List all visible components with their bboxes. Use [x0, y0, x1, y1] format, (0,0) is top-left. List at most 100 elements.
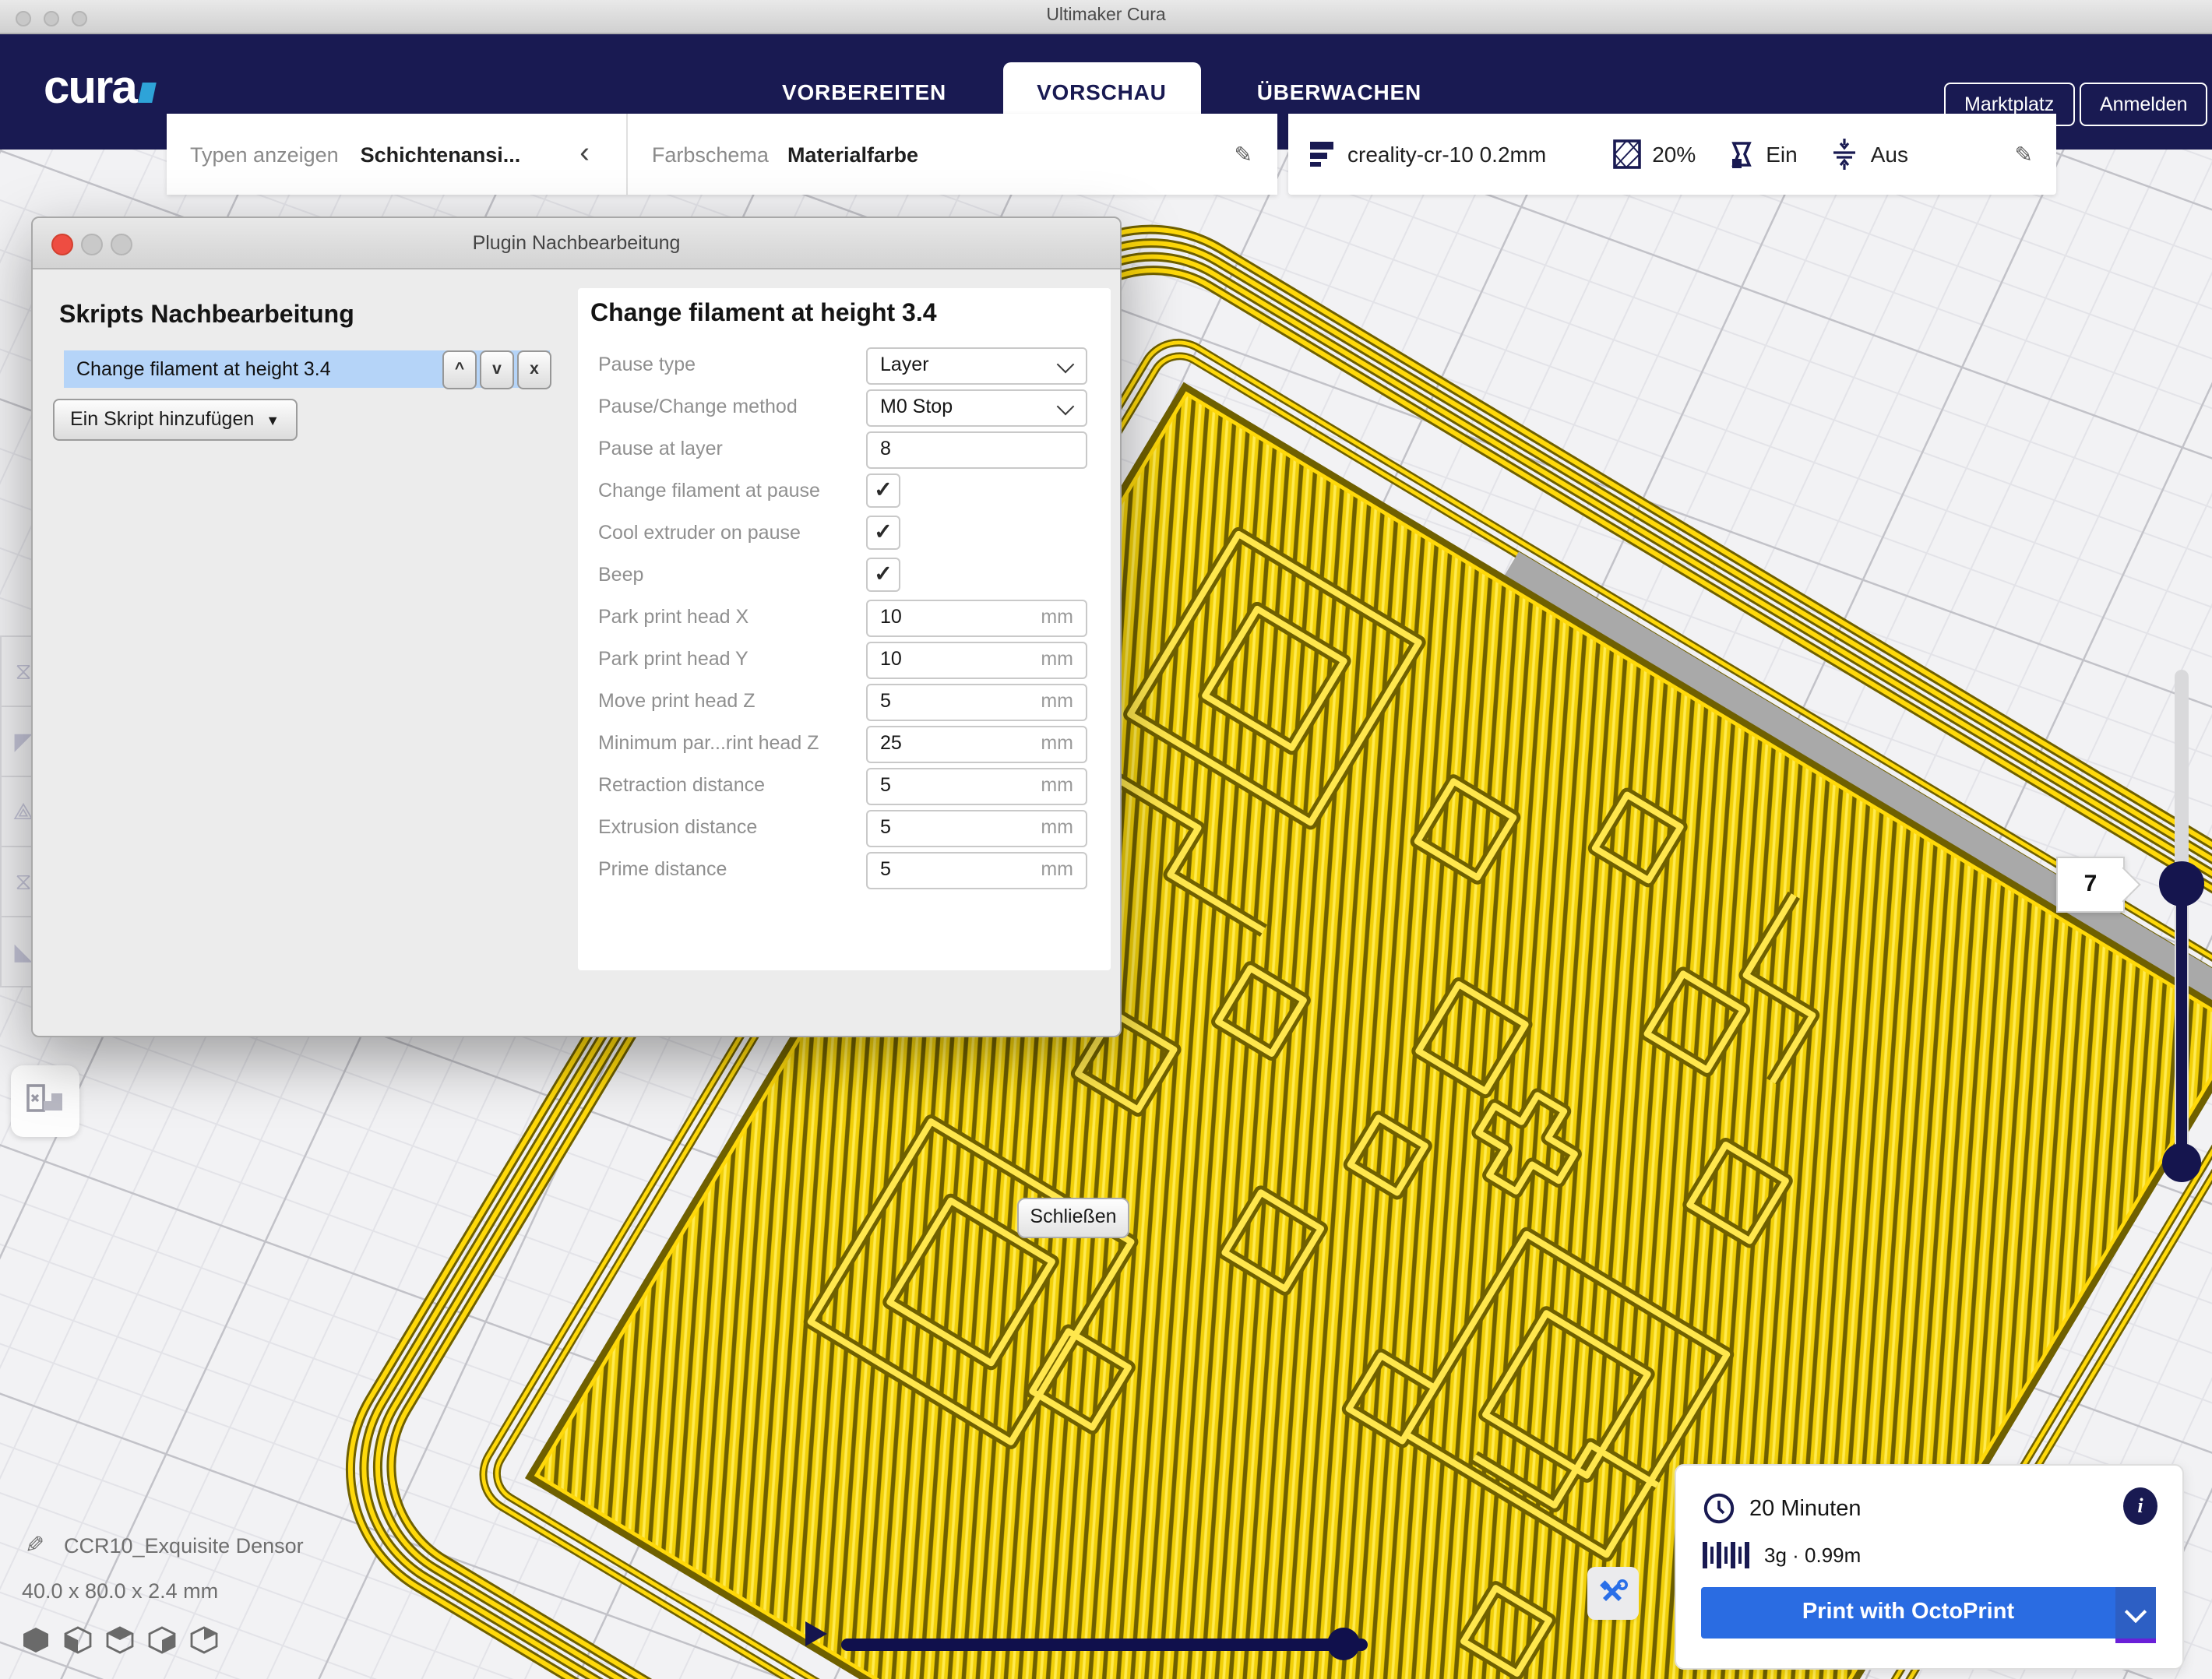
dialog-zoom-icon[interactable]: [111, 234, 132, 255]
window-title: Ultimaker Cura: [0, 0, 2212, 33]
dialog-title: Plugin Nachbearbeitung: [33, 218, 1120, 268]
form-row: Move print head Z5mm: [578, 681, 1111, 723]
edit-print-settings-pencil-icon[interactable]: ✎: [2015, 141, 2033, 167]
field-value: 10: [880, 606, 902, 628]
field-label: Prime distance: [598, 858, 727, 880]
form-row: Park print head Y 10mm: [578, 639, 1111, 681]
edit-view-pencil-icon[interactable]: ✎: [1235, 141, 1252, 167]
view-3d-icon[interactable]: [22, 1626, 50, 1662]
field-label: Park print head Y: [598, 648, 748, 670]
script-settings-card: Change filament at height 3.4 Pause type…: [578, 288, 1111, 970]
field-input[interactable]: 10mm: [866, 642, 1087, 679]
path-slider-track[interactable]: [841, 1639, 1368, 1651]
window-zoom-icon[interactable]: [72, 11, 87, 26]
tab-vorschau[interactable]: VORSCHAU: [1002, 62, 1201, 121]
adhesion-icon: [1829, 137, 1860, 171]
view-settings-panel: Typen anzeigen Schichtenansi... ‹ Farbsc…: [167, 114, 1277, 195]
move-script-down-button[interactable]: v: [480, 350, 514, 389]
field-label: Pause/Change method: [598, 396, 798, 417]
field-unit: mm: [1041, 816, 1073, 838]
add-script-button[interactable]: Ein Skript hinzufügen ▼: [53, 399, 297, 441]
field-value: 5: [880, 858, 891, 880]
field-label: Extrusion distance: [598, 816, 757, 838]
print-button-label: Print with OctoPrint: [1701, 1587, 2115, 1639]
layer-indicator-value: 7: [2058, 858, 2123, 911]
window-minimize-icon[interactable]: [44, 11, 59, 26]
move-script-up-button[interactable]: ^: [442, 350, 477, 389]
dialog-titlebar[interactable]: Plugin Nachbearbeitung: [33, 218, 1120, 269]
print-button-dropdown[interactable]: [2115, 1587, 2156, 1639]
info-icon[interactable]: i: [2123, 1487, 2157, 1525]
infill-icon: [1611, 137, 1641, 171]
close-dialog-button[interactable]: Schließen: [1017, 1198, 1129, 1238]
path-slider-handle[interactable]: [1327, 1628, 1360, 1660]
script-item-label: Change filament at height 3.4: [64, 358, 331, 380]
clock-icon: [1703, 1492, 1735, 1525]
chevron-down-icon: [1057, 398, 1075, 416]
layer-slider-upper-handle[interactable]: [2159, 861, 2204, 906]
layer-indicator-flag: 7: [2056, 857, 2125, 913]
field-input[interactable]: 5mm: [866, 768, 1087, 805]
field-unit: mm: [1041, 774, 1073, 796]
dialog-minimize-icon[interactable]: [81, 234, 103, 255]
field-value: 5: [880, 816, 891, 838]
view-type-value[interactable]: Schichtenansi...: [361, 143, 521, 166]
cura-logo: cura: [44, 62, 155, 115]
form-row: Change filament at pause✓: [578, 470, 1111, 512]
script-item-actions: ^ v x: [442, 350, 551, 389]
camera-view-buttons: [22, 1626, 218, 1662]
field-unit: mm: [1041, 690, 1073, 712]
script-form-title: Change filament at height 3.4: [590, 301, 937, 329]
view-left-icon[interactable]: [148, 1626, 176, 1662]
field-input[interactable]: 8: [866, 431, 1087, 469]
support-icon: [1727, 138, 1755, 171]
view-type-label: Typen anzeigen: [190, 143, 339, 166]
print-button[interactable]: Print with OctoPrint: [1701, 1587, 2156, 1639]
model-dimensions: 40.0 x 80.0 x 2.4 mm: [22, 1579, 218, 1603]
support-blocker-button[interactable]: [11, 1065, 79, 1137]
field-select[interactable]: Layer: [866, 347, 1087, 385]
printer-profile-value: creality-cr-10 0.2mm: [1347, 142, 1546, 167]
field-input[interactable]: 5mm: [866, 852, 1087, 889]
view-right-icon[interactable]: [190, 1626, 218, 1662]
field-checkbox[interactable]: ✓: [866, 558, 900, 592]
field-input[interactable]: 5mm: [866, 684, 1087, 721]
field-value: 10: [880, 648, 902, 670]
layer-slider-range[interactable]: [2176, 883, 2187, 1162]
print-settings-panel[interactable]: creality-cr-10 0.2mm 20% Ein Aus ✎: [1288, 114, 2056, 195]
adhesion-value: Aus: [1871, 142, 1908, 167]
form-row: Pause at layer8: [578, 428, 1111, 470]
play-simulation-icon[interactable]: [805, 1621, 827, 1646]
field-input[interactable]: 5 mm: [866, 810, 1087, 847]
field-checkbox[interactable]: ✓: [866, 516, 900, 550]
field-value: 8: [880, 438, 891, 459]
tab-überwachen[interactable]: ÜBERWACHEN: [1223, 62, 1456, 121]
color-scheme-value[interactable]: Materialfarbe: [787, 143, 918, 166]
field-checkbox[interactable]: ✓: [866, 473, 900, 508]
dialog-close-icon[interactable]: [51, 234, 73, 255]
print-time-estimate: 20 Minuten: [1749, 1496, 1862, 1521]
field-label: Beep: [598, 564, 643, 586]
monitor-tools-button[interactable]: [1587, 1567, 1639, 1620]
field-label: Cool extruder on pause: [598, 522, 801, 544]
field-input[interactable]: 10mm: [866, 600, 1087, 637]
remove-script-button[interactable]: x: [517, 350, 551, 389]
field-value: M0 Stop: [880, 396, 953, 417]
tab-vorbereiten[interactable]: VORBEREITEN: [748, 62, 981, 121]
form-row: Park print head X10mm: [578, 597, 1111, 639]
form-row: Cool extruder on pause ✓: [578, 512, 1111, 554]
rename-model-pencil-icon[interactable]: ✎: [25, 1531, 44, 1559]
form-row: Pause typeLayer: [578, 344, 1111, 386]
chevron-down-icon: [2125, 1601, 2147, 1623]
signin-button[interactable]: Anmelden: [2080, 83, 2208, 126]
layer-slider-lower-handle[interactable]: [2162, 1143, 2201, 1182]
field-select[interactable]: M0 Stop: [866, 389, 1087, 427]
field-input[interactable]: 25mm: [866, 726, 1087, 763]
view-front-icon[interactable]: [64, 1626, 92, 1662]
window-close-icon[interactable]: [16, 11, 31, 26]
post-processing-dialog: Plugin Nachbearbeitung Skripts Nachbearb…: [31, 216, 1122, 1037]
view-top-icon[interactable]: [106, 1626, 134, 1662]
dropdown-arrow-icon: ▼: [266, 413, 280, 428]
add-script-label: Ein Skript hinzufügen: [70, 408, 254, 430]
collapse-chevron-icon[interactable]: ‹: [579, 146, 590, 162]
